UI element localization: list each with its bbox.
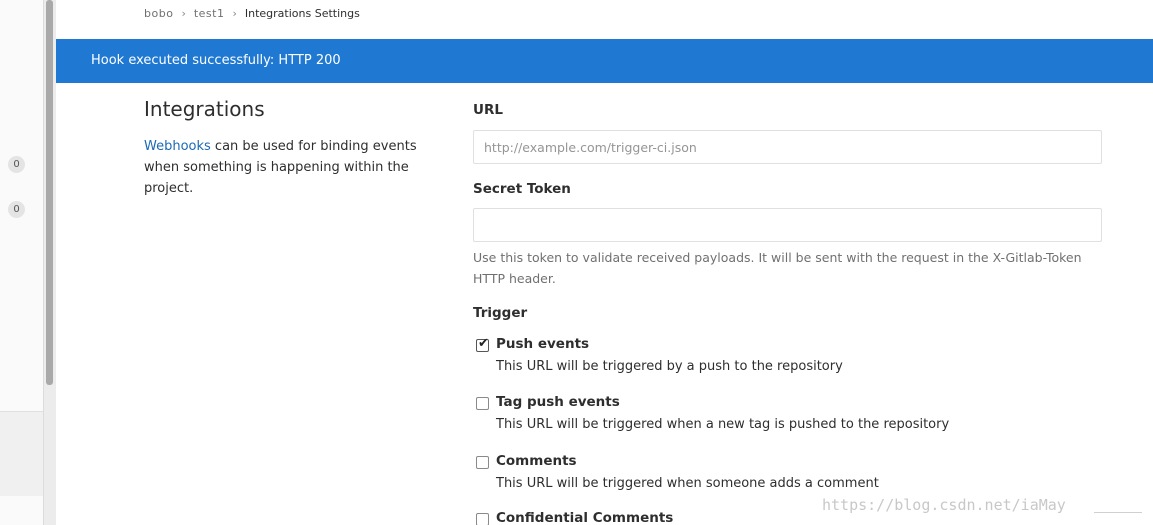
flash-message: Hook executed successfully: HTTP 200 bbox=[91, 53, 341, 68]
flash-notice: Hook executed successfully: HTTP 200 bbox=[56, 39, 1153, 83]
tag-push-events-checkbox[interactable] bbox=[476, 397, 489, 410]
push-events-label[interactable]: Push events bbox=[496, 336, 589, 352]
push-events-description: This URL will be triggered by a push to … bbox=[496, 359, 843, 374]
comments-checkbox[interactable] bbox=[476, 456, 489, 469]
confidential-comments-label[interactable]: Confidential Comments bbox=[496, 510, 673, 525]
watermark: https://blog.csdn.net/iaMay bbox=[822, 496, 1066, 514]
secret-token-help: Use this token to validate received payl… bbox=[473, 250, 1082, 286]
tag-push-events-label[interactable]: Tag push events bbox=[496, 394, 620, 410]
sidebar-count-badge[interactable]: 0 bbox=[8, 156, 25, 173]
watermark-underline bbox=[1094, 512, 1142, 513]
section-description: Webhooks can be used for binding events … bbox=[144, 136, 424, 199]
url-label: URL bbox=[473, 102, 503, 118]
push-events-checkbox[interactable]: ✔ bbox=[476, 336, 489, 352]
sidebar-lower-panel bbox=[0, 411, 43, 496]
trigger-label: Trigger bbox=[473, 305, 528, 321]
comments-label[interactable]: Comments bbox=[496, 453, 577, 469]
sidebar-scrollbar-thumb[interactable] bbox=[46, 0, 53, 385]
breadcrumb-item-test1[interactable]: test1 bbox=[194, 7, 225, 20]
confidential-comments-checkbox[interactable] bbox=[476, 513, 489, 525]
sidebar-count-badge[interactable]: 0 bbox=[8, 201, 25, 218]
tag-push-events-description: This URL will be triggered when a new ta… bbox=[496, 417, 950, 432]
secret-token-label: Secret Token bbox=[473, 181, 571, 197]
breadcrumb: bobo › test1 › Integrations Settings bbox=[144, 7, 360, 20]
comments-description: This URL will be triggered when someone … bbox=[496, 476, 879, 491]
breadcrumb-item-bobo[interactable]: bobo bbox=[144, 7, 173, 20]
breadcrumb-item-current[interactable]: Integrations Settings bbox=[245, 7, 360, 20]
webhooks-link[interactable]: Webhooks bbox=[144, 139, 211, 154]
left-sidebar: 0 0 bbox=[0, 0, 56, 525]
chevron-right-icon: › bbox=[232, 7, 237, 20]
secret-token-input[interactable] bbox=[473, 208, 1102, 242]
chevron-right-icon: › bbox=[181, 7, 186, 20]
url-input[interactable] bbox=[473, 130, 1102, 164]
checkmark-icon: ✔ bbox=[478, 336, 489, 351]
section-title: Integrations bbox=[144, 97, 265, 121]
